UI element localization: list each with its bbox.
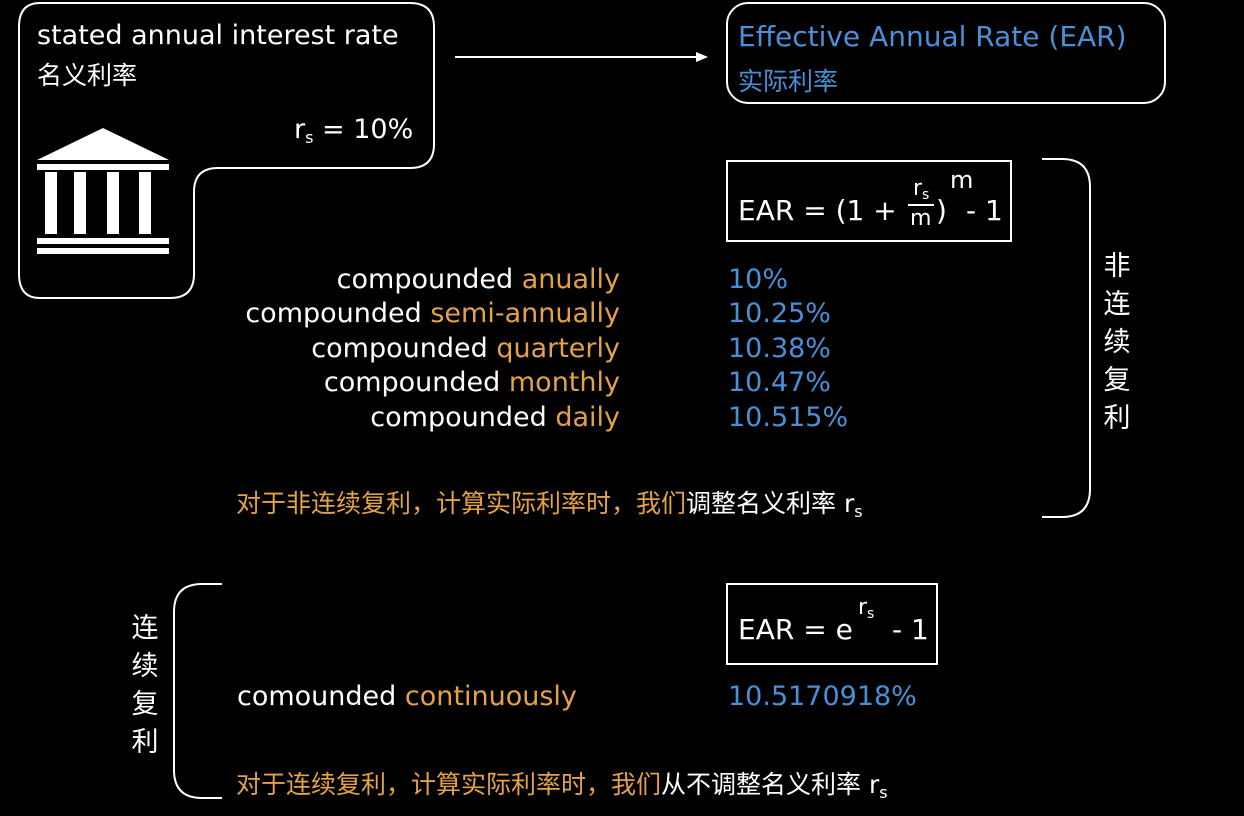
row-label-continuously: comounded continuously xyxy=(237,681,577,712)
row-label-daily: compounded daily xyxy=(370,402,620,433)
arrow-right-icon xyxy=(455,52,708,62)
row-value-continuously: 10.5170918% xyxy=(728,681,917,712)
ear-title-cn: 实际利率 xyxy=(738,67,839,96)
bank-icon xyxy=(37,128,169,254)
note-discrete: 对于非连续复利，计算实际利率时，我们调整名义利率 rs xyxy=(236,489,863,521)
note-continuous: 对于连续复利，计算实际利率时，我们从不调整名义利率 rs xyxy=(236,770,888,802)
row-value-quarterly: 10.38% xyxy=(728,333,831,364)
row-label-quarterly: compounded quarterly xyxy=(311,333,620,364)
row-value-monthly: 10.47% xyxy=(728,367,831,398)
ear-title-en: Effective Annual Rate (EAR) xyxy=(738,20,1127,53)
stated-rate-value: rs = 10% xyxy=(294,114,414,147)
row-label-semiannually: compounded semi-annually xyxy=(245,298,620,329)
right-bracket xyxy=(1042,158,1091,518)
label-continuous: 连 续 复 利 xyxy=(131,613,159,758)
formula-continuous: EAR = e rs - 1 xyxy=(726,583,938,665)
formula-discrete: EAR = (1 + rs m ) m - 1 xyxy=(726,160,1012,242)
stated-rate-title-en: stated annual interest rate xyxy=(37,20,399,51)
stated-rate-title-cn: 名义利率 xyxy=(37,61,138,90)
row-label-annually: compounded anually xyxy=(336,264,620,295)
label-noncontinuous: 非 连 续 复 利 xyxy=(1103,251,1131,434)
row-value-annually: 10% xyxy=(728,264,789,295)
row-label-monthly: compounded monthly xyxy=(323,367,620,398)
left-bracket xyxy=(173,583,222,799)
row-value-daily: 10.515% xyxy=(728,402,849,433)
row-value-semiannually: 10.25% xyxy=(728,298,831,329)
